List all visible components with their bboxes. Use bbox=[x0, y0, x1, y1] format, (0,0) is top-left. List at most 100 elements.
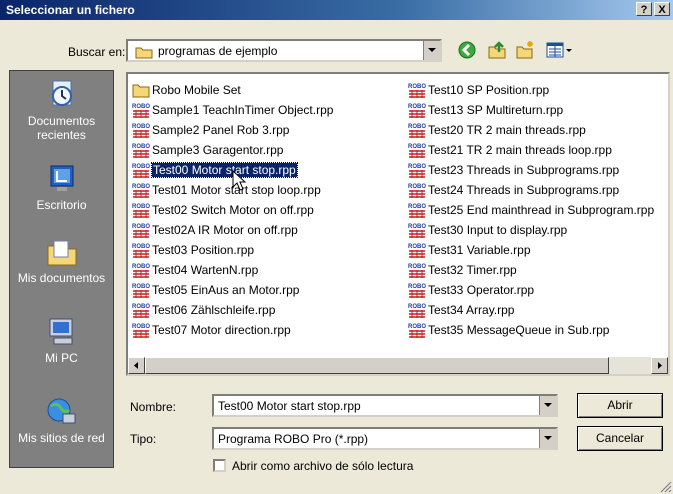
robo-icon-text: ROBO bbox=[408, 164, 426, 170]
robo-icon-text: ROBO bbox=[132, 284, 150, 290]
robo-file-icon: ROBO bbox=[132, 222, 150, 238]
up-folder-icon[interactable] bbox=[487, 40, 507, 60]
place-my-computer[interactable]: Mi PC bbox=[10, 316, 113, 365]
place-label: Mis documentos bbox=[17, 271, 106, 285]
file-item[interactable]: ROBO Test07 Motor direction.rpp bbox=[130, 320, 406, 340]
horizontal-scrollbar[interactable] bbox=[128, 357, 668, 374]
file-item[interactable]: ROBO Test20 TR 2 main threads.rpp bbox=[406, 120, 668, 140]
place-recent-documents[interactable]: Documentos recientes bbox=[10, 79, 113, 142]
robo-icon-text: ROBO bbox=[408, 324, 426, 330]
places-bar: Documentos recientes Escritorio Mis docu… bbox=[9, 70, 114, 468]
robo-icon-text: ROBO bbox=[408, 144, 426, 150]
recent-documents-icon bbox=[51, 80, 72, 106]
robo-icon-text: ROBO bbox=[132, 264, 150, 270]
file-item[interactable]: ROBO Test30 Input to display.rpp bbox=[406, 220, 668, 240]
filename-dropdown-arrow[interactable] bbox=[539, 396, 556, 415]
robo-file-icon: ROBO bbox=[408, 182, 426, 198]
lookin-combo[interactable]: programas de ejemplo bbox=[126, 39, 442, 62]
mouse-cursor-icon bbox=[232, 170, 247, 191]
file-name: Robo Mobile Set bbox=[152, 83, 241, 97]
robo-file-icon: ROBO bbox=[132, 122, 150, 138]
file-name: Sample1 TeachInTimer Object.rpp bbox=[152, 103, 334, 117]
robo-file-icon: ROBO bbox=[132, 102, 150, 118]
my-computer-icon bbox=[49, 318, 72, 345]
file-item[interactable]: ROBO Test24 Threads in Subprograms.rpp bbox=[406, 180, 668, 200]
file-item[interactable]: ROBO Test13 SP Multireturn.rpp bbox=[406, 100, 668, 120]
robo-icon-text: ROBO bbox=[132, 104, 150, 110]
lookin-label: Buscar en: bbox=[68, 45, 126, 59]
new-folder-icon[interactable] bbox=[515, 40, 535, 60]
file-name: Test00 Motor start stop.rpp bbox=[151, 162, 298, 178]
filetype-dropdown-arrow[interactable] bbox=[539, 429, 556, 448]
robo-icon-text: ROBO bbox=[132, 204, 150, 210]
file-item[interactable]: ROBO Test33 Operator.rpp bbox=[406, 280, 668, 300]
robo-file-icon: ROBO bbox=[408, 262, 426, 278]
robo-file-icon: ROBO bbox=[132, 162, 150, 178]
open-button[interactable]: Abrir bbox=[577, 393, 663, 418]
robo-file-icon: ROBO bbox=[132, 182, 150, 198]
file-item[interactable]: ROBO Test34 Array.rpp bbox=[406, 300, 668, 320]
filetype-combo[interactable]: Programa ROBO Pro (*.rpp) bbox=[212, 427, 558, 450]
cancel-button[interactable]: Cancelar bbox=[577, 426, 663, 451]
file-item[interactable]: ROBO Test03 Position.rpp bbox=[130, 240, 406, 260]
robo-file-icon: ROBO bbox=[408, 102, 426, 118]
robo-icon-text: ROBO bbox=[132, 224, 150, 230]
file-item[interactable]: ROBO Test00 Motor start stop.rpp bbox=[130, 160, 406, 180]
file-name: Test21 TR 2 main threads loop.rpp bbox=[428, 143, 612, 157]
file-item[interactable]: ROBO Test31 Variable.rpp bbox=[406, 240, 668, 260]
file-item[interactable]: ROBO Test02 Switch Motor on off.rpp bbox=[130, 200, 406, 220]
robo-icon-text: ROBO bbox=[408, 124, 426, 130]
file-item[interactable]: ROBO Test23 Threads in Subprograms.rpp bbox=[406, 160, 668, 180]
help-button[interactable]: ? bbox=[636, 2, 652, 16]
view-menu-icon[interactable] bbox=[545, 40, 575, 60]
filetype-value: Programa ROBO Pro (*.rpp) bbox=[218, 432, 369, 446]
robo-file-icon: ROBO bbox=[132, 242, 150, 258]
file-item[interactable]: ROBO Test25 End mainthread in Subprogram.… bbox=[406, 200, 668, 220]
close-button[interactable]: X bbox=[654, 2, 670, 16]
file-name: Test34 Array.rpp bbox=[428, 303, 515, 317]
robo-file-icon: ROBO bbox=[132, 302, 150, 318]
file-name: Test23 Threads in Subprograms.rpp bbox=[428, 163, 620, 177]
scroll-left-button[interactable] bbox=[128, 357, 145, 374]
file-item[interactable]: ROBO Test06 Zählschleife.rpp bbox=[130, 300, 406, 320]
place-my-documents[interactable]: Mis documentos bbox=[10, 236, 113, 285]
robo-icon-text: ROBO bbox=[408, 84, 426, 90]
file-item[interactable]: ROBO Test05 EinAus an Motor.rpp bbox=[130, 280, 406, 300]
robo-file-icon: ROBO bbox=[132, 322, 150, 338]
file-item[interactable]: ROBO Test32 Timer.rpp bbox=[406, 260, 668, 280]
file-name: Sample3 Garagentor.rpp bbox=[152, 143, 284, 157]
lookin-dropdown-arrow[interactable] bbox=[423, 41, 440, 60]
scroll-right-button[interactable] bbox=[651, 357, 668, 374]
file-item[interactable]: ROBO Sample2 Panel Rob 3.rpp bbox=[130, 120, 406, 140]
file-item[interactable]: ROBO Test21 TR 2 main threads loop.rpp bbox=[406, 140, 668, 160]
file-item[interactable]: ROBO Sample1 TeachInTimer Object.rpp bbox=[130, 100, 406, 120]
my-documents-icon bbox=[47, 240, 76, 266]
file-item[interactable]: ROBO Test10 SP Position.rpp bbox=[406, 80, 668, 100]
resize-grip-icon[interactable] bbox=[658, 479, 672, 493]
folder-item[interactable]: Robo Mobile Set bbox=[130, 80, 406, 100]
robo-icon-text: ROBO bbox=[408, 204, 426, 210]
back-icon[interactable] bbox=[457, 40, 477, 60]
arrow-right-icon bbox=[658, 362, 662, 369]
robo-icon-text: ROBO bbox=[132, 144, 150, 150]
file-list[interactable]: Robo Mobile Set ROBO Sample1 TeachInTimer … bbox=[126, 72, 670, 376]
readonly-checkbox[interactable] bbox=[213, 459, 226, 472]
file-item[interactable]: ROBO Test01 Motor start stop loop.rpp bbox=[130, 180, 406, 200]
robo-icon-text: ROBO bbox=[408, 184, 426, 190]
robo-icon-text: ROBO bbox=[408, 304, 426, 310]
file-item[interactable]: ROBO Test35 MessageQueue in Sub.rpp bbox=[406, 320, 668, 340]
file-item[interactable]: ROBO Sample3 Garagentor.rpp bbox=[130, 140, 406, 160]
file-item[interactable]: ROBO Test04 WartenN.rpp bbox=[130, 260, 406, 280]
filename-value: Test00 Motor start stop.rpp bbox=[218, 399, 361, 413]
filename-combo[interactable]: Test00 Motor start stop.rpp bbox=[212, 394, 558, 417]
window-title: Seleccionar un fichero bbox=[6, 3, 135, 17]
place-desktop[interactable]: Escritorio bbox=[10, 163, 113, 212]
title-bar: Seleccionar un fichero ? X bbox=[0, 0, 673, 20]
file-name: Test13 SP Multireturn.rpp bbox=[428, 103, 564, 117]
scroll-thumb[interactable] bbox=[145, 357, 609, 374]
file-name: Test33 Operator.rpp bbox=[428, 283, 535, 297]
file-name: Test03 Position.rpp bbox=[152, 243, 255, 257]
place-network[interactable]: Mis sitios de red bbox=[10, 396, 113, 445]
robo-file-icon: ROBO bbox=[132, 282, 150, 298]
file-item[interactable]: ROBO Test02A IR Motor on off.rpp bbox=[130, 220, 406, 240]
